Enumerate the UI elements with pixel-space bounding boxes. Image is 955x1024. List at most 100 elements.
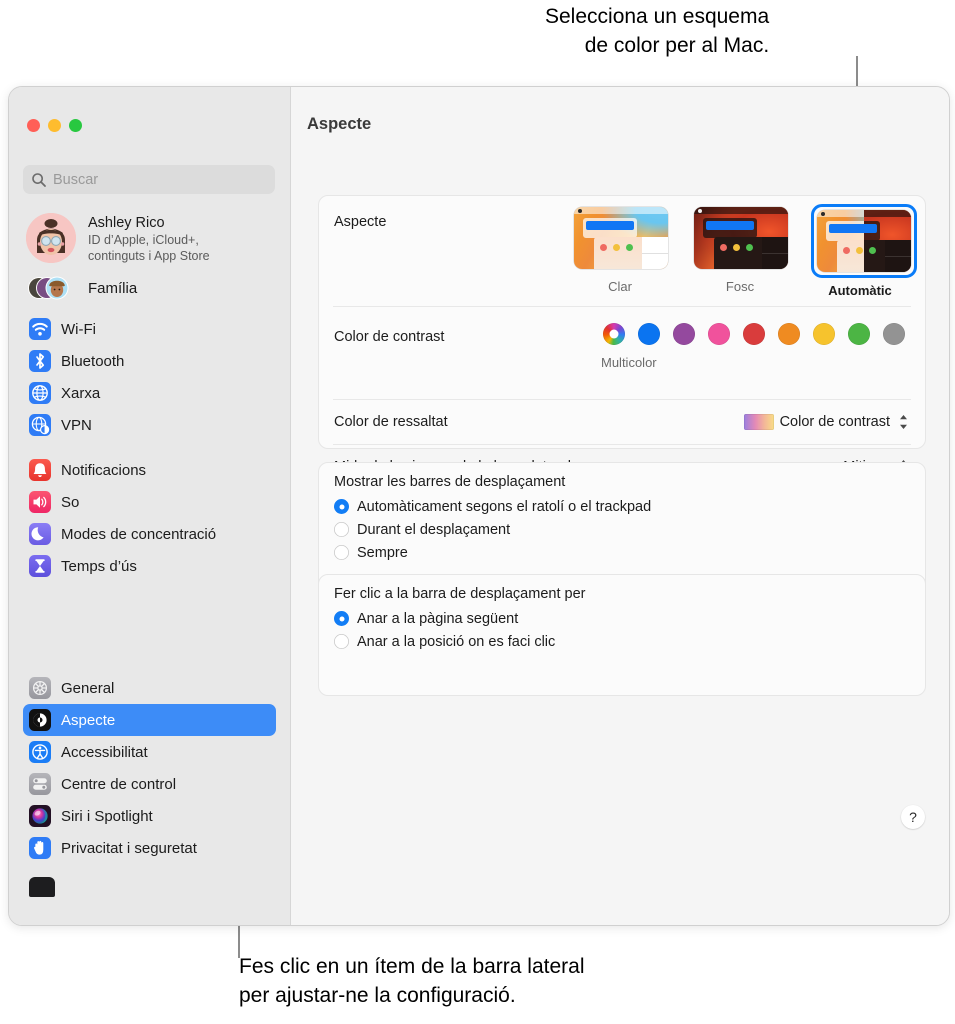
sidebar-item-label: General [61,679,115,697]
sidebar: Ashley Rico ID d’Apple, iCloud+, conting… [9,87,291,925]
radio-label: Sempre [357,544,408,561]
accent-swatch-orange[interactable] [778,323,800,345]
highlight-color-chip [743,414,774,430]
appearance-option-label: Clar [608,279,632,294]
scroll-click-title: Fer clic a la barra de desplaçament per [334,586,586,602]
sidebar-item-family[interactable]: Família [26,273,276,303]
callout-bottom-text: Fes clic en un ítem de la barra lateral … [239,955,585,1007]
minimize-button[interactable] [48,119,61,132]
chevron-updown-icon[interactable] [897,412,910,432]
sidebar-group-notifications: Notificacions So Modes de concentració T… [23,454,276,582]
speaker-icon [29,491,51,513]
appearance-thumb-light [574,207,668,269]
sidebar-item-label: Notificacions [61,461,147,479]
highlight-color-label: Color de ressaltat [334,414,448,430]
avatar [26,213,76,263]
account-name: Ashley Rico [88,215,165,231]
accent-swatch-multicolor[interactable] [603,323,625,345]
sidebar-item-modes-de-concentracio[interactable]: Modes de concentració [23,518,276,550]
maximize-button[interactable] [69,119,82,132]
accent-swatch-red[interactable] [743,323,765,345]
sidebar-item-notificacions[interactable]: Notificacions [23,454,276,486]
appearance-row-label: Aspecte [334,214,387,230]
window-traffic-lights [27,119,82,132]
sidebar-item-bluetooth[interactable]: Bluetooth [23,345,276,377]
sidebar-item-label: Aspecte [61,711,116,729]
accent-swatch-graphite[interactable] [883,323,905,345]
scroll-click-option-next-page[interactable]: Anar a la pàgina següent [334,607,910,630]
accent-color-caption: Multicolor [601,355,657,370]
appearance-options: Clar Fosc Automàtic [571,204,917,298]
scrollbars-title: Mostrar les barres de desplaçament [334,474,566,490]
close-button[interactable] [27,119,40,132]
sidebar-item-temps-dus[interactable]: Temps d’ús [23,550,276,582]
accent-swatch-purple[interactable] [673,323,695,345]
help-button[interactable]: ? [901,805,925,829]
siri-icon [29,805,51,827]
sidebar-item-vpn[interactable]: VPN [23,409,276,441]
radio-button[interactable] [334,611,349,626]
account-text: Ashley Rico ID d’Apple, iCloud+, conting… [88,213,210,264]
highlight-color-row[interactable]: Color de ressaltat Color de contrast [319,400,925,444]
sidebar-item-label: VPN [61,416,92,434]
sidebar-item-wi-fi[interactable]: Wi-Fi [23,313,276,345]
vpn-globe-icon [29,414,51,436]
appearance-option-auto[interactable]: Automàtic [811,204,917,298]
family-label: Família [88,279,138,297]
appearance-option-label: Automàtic [828,283,892,298]
radio-button[interactable] [334,499,349,514]
appearance-settings-card: Aspecte Clar Fosc Automàtic Color de con… [318,195,926,523]
accent-swatch-blue[interactable] [638,323,660,345]
radio-button[interactable] [334,545,349,560]
highlight-color-value: Color de contrast [779,414,890,430]
moon-icon [29,523,51,545]
accent-swatch-yellow[interactable] [813,323,835,345]
sidebar-item-so[interactable]: So [23,486,276,518]
sidebar-item-xarxa[interactable]: Xarxa [23,377,276,409]
sidebar-item-siri-i-spotlight[interactable]: Siri i Spotlight [23,800,276,832]
radio-button[interactable] [334,634,349,649]
accent-swatch-pink[interactable] [708,323,730,345]
sidebar-item-label: Xarxa [61,384,101,402]
sidebar-item-label: Temps d’ús [61,557,137,575]
globe-icon [29,382,51,404]
radio-label: Anar a la pàgina següent [357,610,519,627]
sidebar-item-label: Modes de concentració [61,525,217,543]
appearance-thumb-dark [694,207,788,269]
sidebar-item-partial-icon [29,877,55,897]
hourglass-icon [29,555,51,577]
radio-button[interactable] [334,522,349,537]
family-avatars-icon [26,273,76,303]
account-subtitle-line-2: continguts i App Store [88,249,210,263]
search-input[interactable] [53,171,253,188]
appearance-icon [29,709,51,731]
sidebar-item-centre-de-control[interactable]: Centre de control [23,768,276,800]
appearance-option-dark[interactable]: Fosc [691,204,789,298]
sidebar-item-privacitat-i-seguretat[interactable]: Privacitat i seguretat [23,832,276,864]
appearance-thumb-wrap-dark [691,204,791,272]
hand-icon [29,837,51,859]
appearance-option-light[interactable]: Clar [571,204,669,298]
screenshot-root: Selecciona un esquema de color per al Ma… [0,0,955,1024]
sidebar-item-aspecte[interactable]: Aspecte [23,704,276,736]
scroll-click-option-jump-to-spot[interactable]: Anar a la posició on es faci clic [334,630,910,653]
sidebar-item-label: Bluetooth [61,352,125,370]
scrollbars-option-always[interactable]: Sempre [334,541,910,564]
scrollbars-option-auto[interactable]: Automàticament segons el ratolí o el tra… [334,495,910,518]
accent-swatch-green[interactable] [848,323,870,345]
callout-top-text: Selecciona un esquema de color per al Ma… [545,5,770,57]
highlight-color-value-group[interactable]: Color de contrast [743,412,910,432]
scrollbars-option-when-scrolling[interactable]: Durant el desplaçament [334,518,910,541]
sidebar-item-general[interactable]: General [23,672,276,704]
sidebar-item-label: Centre de control [61,775,177,793]
appearance-row: Aspecte Clar Fosc Automàtic [319,196,925,306]
scroll-click-card: Fer clic a la barra de desplaçament per … [318,574,926,696]
account-row[interactable]: Ashley Rico ID d’Apple, iCloud+, conting… [26,213,276,264]
account-subtitle-line-1: ID d’Apple, iCloud+, [88,233,199,247]
control-center-icon [29,773,51,795]
sidebar-item-accessibilitat[interactable]: Accessibilitat [23,736,276,768]
gear-icon [29,677,51,699]
scrollbars-group: Mostrar les barres de desplaçament Autom… [319,463,925,573]
search-field[interactable] [23,165,275,194]
appearance-thumb-auto [817,210,911,272]
